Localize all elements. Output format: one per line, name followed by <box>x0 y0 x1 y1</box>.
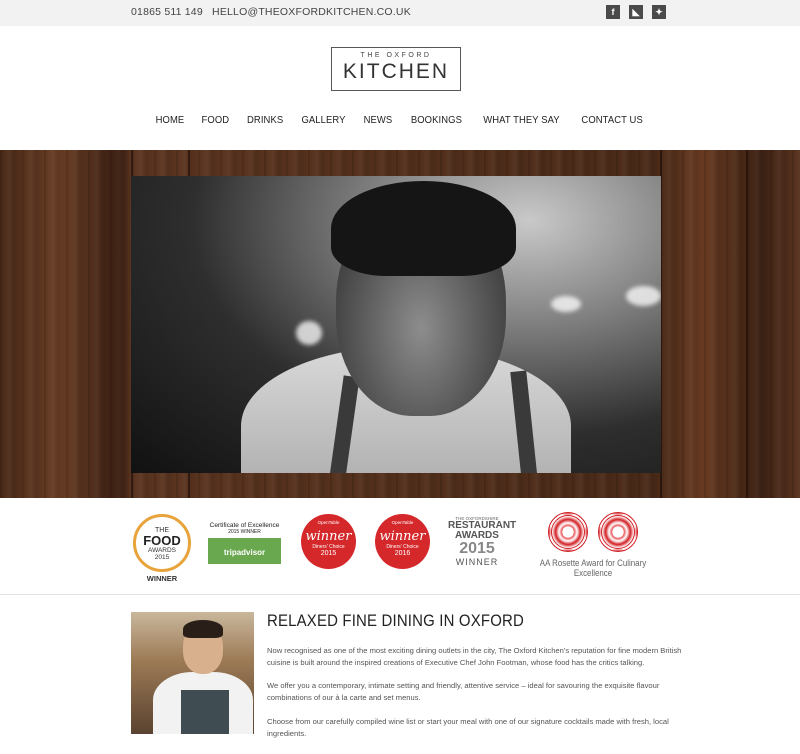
twitter-icon[interactable]: ✦ <box>652 5 666 19</box>
nav-home[interactable]: HOME <box>156 114 185 126</box>
hero-chef-photo <box>131 176 661 473</box>
nav-drinks[interactable]: DRINKS <box>247 114 283 126</box>
tripadvisor-subtitle: 2015 WINNER <box>228 529 261 535</box>
opentable-2016-badge: OpenTable winner Diners' Choice 2016 <box>375 514 430 569</box>
food-awards-winner: WINNER <box>146 574 178 583</box>
intro-paragraph-2: We offer you a contemporary, intimate se… <box>267 681 660 702</box>
opentable-winner: winner <box>305 529 352 544</box>
intro-paragraph-1: Now recognised as one of the most exciti… <box>267 646 682 667</box>
hero-banner <box>0 150 800 498</box>
awards-strip: THE FOOD AWARDS 2015 WINNER Certificate … <box>0 498 800 594</box>
logo-small-text: THE OXFORD <box>360 52 432 59</box>
intro-paragraph-3: Choose from our carefully compiled wine … <box>267 717 669 738</box>
food-awards-badge: THE FOOD AWARDS 2015 WINNER <box>133 514 191 583</box>
nav-gallery[interactable]: GALLERY <box>301 114 345 126</box>
chef-apron <box>181 690 229 734</box>
food-awards-awards: AWARDS <box>147 547 177 554</box>
wood-seam <box>746 150 748 498</box>
email-link[interactable]: HELLO@THEOXFORDKITCHEN.CO.UK <box>212 6 411 18</box>
rosette-icon <box>598 512 638 552</box>
aa-rosettes <box>522 512 664 552</box>
aa-rosette-award: AA Rosette Award for Culinary Excellence <box>522 512 664 578</box>
site-logo[interactable]: THE OXFORD KITCHEN <box>331 47 461 91</box>
opentable-brand: OpenTable <box>391 520 414 525</box>
rss-icon[interactable]: ◣ <box>629 5 643 19</box>
logo-big-text: KITCHEN <box>342 60 450 83</box>
nav-news[interactable]: NEWS <box>364 114 393 126</box>
opentable-year: 2015 <box>320 550 337 557</box>
rosette-icon <box>548 512 588 552</box>
phone-number[interactable]: 01865 511 149 <box>131 6 203 18</box>
opentable-year: 2016 <box>394 550 411 557</box>
aa-rosette-caption: AA Rosette Award for Culinary Excellence <box>539 558 647 578</box>
nav-contact-us[interactable]: CONTACT US <box>581 114 642 126</box>
chef-hair <box>331 181 516 276</box>
section-divider <box>0 594 800 595</box>
chef-portrait <box>131 612 254 734</box>
tripadvisor-title: Certificate of Excellence <box>209 522 280 529</box>
contact-info: 01865 511 149 HELLO@THEOXFORDKITCHEN.CO.… <box>131 6 417 18</box>
background-light <box>551 296 581 312</box>
opentable-winner: winner <box>379 529 426 544</box>
intro-heading: RELAXED FINE DINING IN OXFORD <box>267 611 524 630</box>
facebook-icon[interactable]: f <box>606 5 620 19</box>
nav-what-they-say[interactable]: WHAT THEY SAY <box>483 114 559 126</box>
tripadvisor-logo: tripadvisor <box>208 538 281 564</box>
top-bar: 01865 511 149 HELLO@THEOXFORDKITCHEN.CO.… <box>0 0 800 26</box>
background-light <box>296 321 322 345</box>
restaurant-awards-badge: THE OXFORDSHIRE RESTAURANT AWARDS 2015 W… <box>448 516 516 574</box>
food-awards-food: FOOD <box>143 533 181 548</box>
nav-bookings[interactable]: BOOKINGS <box>411 114 462 126</box>
chef-hair <box>183 620 223 638</box>
background-light <box>626 286 661 306</box>
restaurant-awards-year: 2015 <box>459 540 495 557</box>
restaurant-awards-winner: WINNER <box>455 557 499 567</box>
social-links: f ◣ ✦ <box>606 5 666 19</box>
main-nav: HOME FOOD DRINKS GALLERY NEWS BOOKINGS W… <box>0 114 800 126</box>
opentable-brand: OpenTable <box>317 520 340 525</box>
nav-food[interactable]: FOOD <box>202 114 230 126</box>
food-awards-year: 2015 <box>154 554 170 561</box>
food-awards-ring: THE FOOD AWARDS 2015 <box>133 514 191 572</box>
opentable-2015-badge: OpenTable winner Diners' Choice 2015 <box>301 514 356 569</box>
tripadvisor-badge: Certificate of Excellence 2015 WINNER tr… <box>208 522 281 566</box>
